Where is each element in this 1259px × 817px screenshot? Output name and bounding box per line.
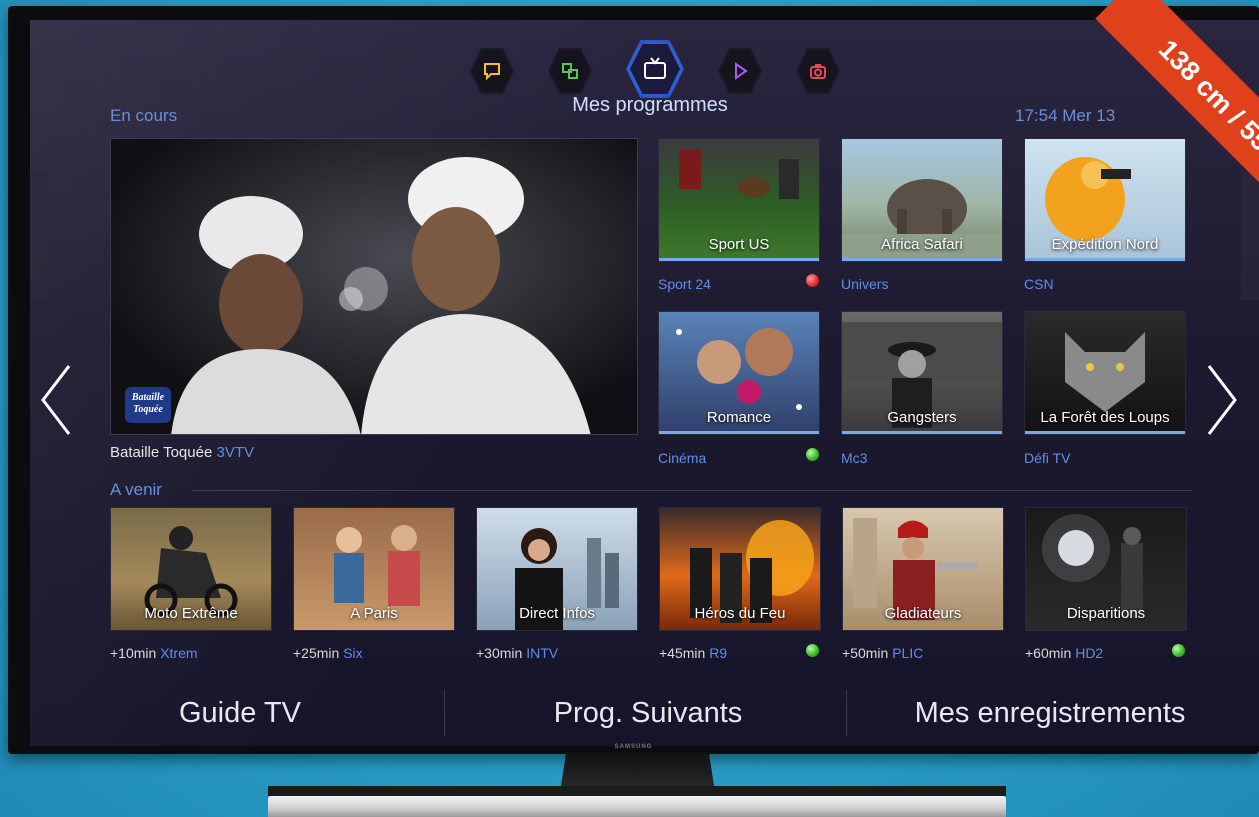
upcoming-tile[interactable]: Disparitions <box>1025 507 1187 631</box>
bottom-divider <box>846 690 847 736</box>
tile-schedule: +10min Xtrem <box>110 645 198 661</box>
tile-time: +60min <box>1025 645 1072 661</box>
tile-channel: HD2 <box>1075 645 1104 661</box>
tile-title: Romance <box>706 409 772 426</box>
now-tile[interactable]: Sport US <box>658 138 820 262</box>
tile-time: +25min <box>293 645 340 661</box>
featured-caption: Bataille Toquée 3VTV <box>110 444 254 461</box>
tile-title: Africa Safari <box>881 236 963 253</box>
section-divider <box>192 490 1192 491</box>
tile-channel: Six <box>343 645 363 661</box>
upcoming-tile[interactable]: Moto Extrême <box>110 507 272 631</box>
tv-stand-top <box>268 786 1006 796</box>
tile-title: Expédition Nord <box>1051 236 1159 253</box>
tile-title: Moto Extrême <box>144 605 238 622</box>
tile-progress <box>1025 431 1185 434</box>
featured-image <box>111 139 637 434</box>
tile-time: +45min <box>659 645 706 661</box>
menu-play-button[interactable] <box>718 48 762 94</box>
tile-schedule: +50min PLIC <box>842 645 923 661</box>
page-title: Mes programmes <box>572 94 728 116</box>
upcoming-tile[interactable]: Gladiateurs <box>842 507 1004 631</box>
tile-schedule: +45min R9 <box>659 645 727 661</box>
tile-channel: CSN <box>1024 276 1054 292</box>
upcoming-tile[interactable]: Héros du Feu <box>659 507 821 631</box>
now-tile[interactable]: Romance <box>658 311 820 435</box>
tile-channel: Mc3 <box>841 450 868 466</box>
tile-title: Sport US <box>708 236 770 253</box>
now-tile[interactable]: La Forêt des Loups <box>1024 311 1186 435</box>
play-icon <box>735 62 748 80</box>
featured-title: Bataille Toquée <box>110 444 213 461</box>
tile-channel: R9 <box>709 645 728 661</box>
tile-channel: PLIC <box>892 645 924 661</box>
chevron-left-icon <box>41 365 71 435</box>
status-indicator-icon <box>1172 644 1185 657</box>
tile-time: +10min <box>110 645 157 661</box>
menu-chat-button[interactable] <box>470 48 514 94</box>
status-indicator-icon <box>806 644 819 657</box>
tile-title: Héros du Feu <box>694 605 786 622</box>
now-tile[interactable]: Africa Safari <box>841 138 1003 262</box>
next-page-button[interactable] <box>1202 360 1242 440</box>
tile-channel: Xtrem <box>160 645 198 661</box>
tile-time: +50min <box>842 645 889 661</box>
bottom-divider <box>444 690 445 736</box>
size-badge: 138 cm / 55'' <box>1040 0 1259 219</box>
tile-channel: Sport 24 <box>658 276 711 292</box>
tile-channel: Cinéma <box>658 450 707 466</box>
tile-title: La Forêt des Loups <box>1040 409 1170 426</box>
my-recordings-button[interactable]: Mes enregistrements <box>870 690 1230 736</box>
tile-progress <box>842 258 1002 261</box>
upcoming-tile[interactable]: A Paris <box>293 507 455 631</box>
tile-schedule: +30min INTV <box>476 645 558 661</box>
tile-title: Gangsters <box>887 409 957 426</box>
now-section-label: En cours <box>110 106 178 125</box>
apps-icon <box>562 63 578 79</box>
next-programs-button[interactable]: Prog. Suivants <box>498 690 798 736</box>
previous-page-button[interactable] <box>36 360 76 440</box>
tile-channel: Défi TV <box>1024 450 1071 466</box>
menu-apps-button[interactable] <box>548 48 592 94</box>
tile-title: Direct Infos <box>519 605 595 622</box>
status-indicator-icon <box>806 448 819 461</box>
upcoming-section-label: A venir <box>110 480 162 499</box>
chevron-right-icon <box>1207 365 1237 435</box>
tv-icon <box>644 57 666 79</box>
bottom-menu: Guide TV Prog. Suivants Mes enregistreme… <box>30 680 1259 746</box>
tile-progress <box>1025 258 1185 261</box>
upcoming-tile[interactable]: Direct Infos <box>476 507 638 631</box>
chat-icon <box>484 63 500 81</box>
size-badge-band: 138 cm / 55'' <box>1095 0 1259 219</box>
now-tile[interactable]: Gangsters <box>841 311 1003 435</box>
tv-stand-base <box>268 796 1006 817</box>
tile-schedule: +60min HD2 <box>1025 645 1103 661</box>
menu-tv-button[interactable] <box>626 40 684 98</box>
camera-icon <box>810 64 826 79</box>
tile-title: Gladiateurs <box>884 605 962 622</box>
size-badge-text: 138 cm / 55'' <box>1153 33 1259 166</box>
tile-schedule: +25min Six <box>293 645 363 661</box>
guide-tv-button[interactable]: Guide TV <box>90 690 390 736</box>
featured-program-tile[interactable]: Bataille Toquée <box>110 138 638 435</box>
tv-brand-label: SAMSUNG <box>614 744 653 750</box>
tile-progress <box>659 431 819 434</box>
top-menu <box>470 38 840 98</box>
featured-channel: 3VTV <box>216 444 254 461</box>
tile-channel: INTV <box>526 645 559 661</box>
tile-progress <box>659 258 819 261</box>
menu-camera-button[interactable] <box>796 48 840 94</box>
tile-title: Disparitions <box>1066 605 1146 622</box>
left-edge-preview <box>30 170 48 300</box>
featured-channel-logo: Bataille Toquée <box>125 387 171 423</box>
tile-time: +30min <box>476 645 523 661</box>
tile-channel: Univers <box>841 276 889 292</box>
record-indicator-icon <box>806 274 819 287</box>
tile-title: A Paris <box>350 605 398 622</box>
tile-progress <box>842 431 1002 434</box>
